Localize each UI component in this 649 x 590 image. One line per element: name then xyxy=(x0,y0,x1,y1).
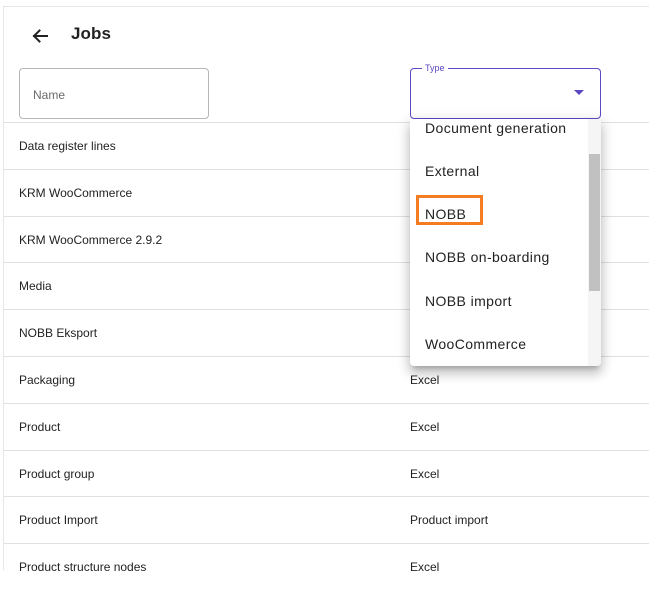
table-row[interactable]: Product Import Product import xyxy=(4,496,649,543)
job-name-cell: Product xyxy=(19,420,61,434)
type-option[interactable]: NOBB on-boarding xyxy=(410,235,588,278)
jobs-page: Jobs Type Data register lines KRM WooCom… xyxy=(0,0,649,574)
job-name-cell: KRM WooCommerce xyxy=(19,186,133,200)
type-option[interactable]: External xyxy=(410,149,588,192)
type-option-selected[interactable]: NOBB xyxy=(410,192,588,235)
job-type-cell: Excel xyxy=(410,420,440,434)
job-name-cell: Product structure nodes xyxy=(19,560,147,574)
type-filter-select[interactable]: Type xyxy=(410,63,601,119)
job-type-cell: Product import xyxy=(410,513,489,527)
job-type-cell: Excel xyxy=(410,560,440,574)
type-option[interactable]: NOBB import xyxy=(410,279,588,322)
page-title: Jobs xyxy=(71,24,112,43)
dropdown-scrollbar-thumb[interactable] xyxy=(589,154,600,291)
arrow-left-icon xyxy=(32,29,48,43)
name-filter-field[interactable] xyxy=(19,68,209,119)
table-row[interactable]: Product structure nodes Excel xyxy=(4,543,649,590)
name-filter-input[interactable] xyxy=(33,85,193,105)
job-name-cell: KRM WooCommerce 2.9.2 xyxy=(19,233,163,247)
back-button[interactable] xyxy=(26,22,54,50)
type-option[interactable]: WooCommerce xyxy=(410,322,588,365)
job-name-cell: Product Import xyxy=(19,513,98,527)
dropdown-arrow-icon xyxy=(574,90,584,95)
table-row[interactable]: Product Excel xyxy=(4,403,649,450)
page-top-divider xyxy=(3,6,649,7)
job-name-cell: NOBB Eksport xyxy=(19,326,98,340)
job-name-cell: Packaging xyxy=(19,373,76,387)
job-name-cell: Product group xyxy=(19,467,95,481)
job-type-cell: Excel xyxy=(410,467,440,481)
table-row[interactable]: Product group Excel xyxy=(4,450,649,497)
type-option[interactable]: Document generation xyxy=(410,119,588,149)
type-filter-label: Type xyxy=(422,63,448,73)
job-name-cell: Media xyxy=(19,279,52,293)
type-dropdown-panel: Document generation External NOBB NOBB o… xyxy=(410,119,601,366)
job-name-cell: Data register lines xyxy=(19,139,116,153)
